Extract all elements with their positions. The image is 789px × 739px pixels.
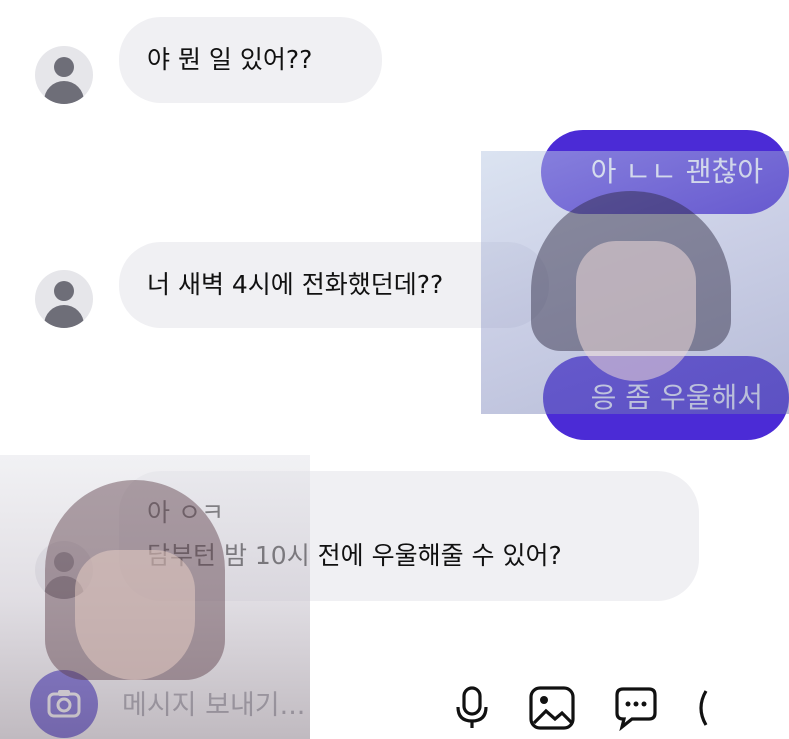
incoming-message-bubble[interactable]: 너 새벽 4시에 전화했던데?? xyxy=(119,242,549,328)
avatar[interactable] xyxy=(35,270,93,328)
message-text: 응 좀 우울해서 xyxy=(590,381,763,414)
chat-bubble-icon[interactable] xyxy=(612,685,660,731)
overlay-hair-shape xyxy=(531,191,731,351)
avatar[interactable] xyxy=(35,541,93,599)
avatar-body-shape xyxy=(44,81,84,104)
image-icon[interactable] xyxy=(528,685,576,731)
avatar[interactable] xyxy=(35,46,93,104)
message-text: 너 새벽 4시에 전화했던데?? xyxy=(147,270,444,299)
incoming-message-bubble[interactable]: 아 ㅇㅋ 담부턴 밤 10시 전에 우울해줄 수 있어? xyxy=(119,471,699,601)
microphone-icon[interactable] xyxy=(452,685,492,731)
message-text-line-1: 아 ㅇㅋ xyxy=(147,498,224,527)
camera-button[interactable] xyxy=(30,670,98,738)
message-composer-bar xyxy=(0,662,789,739)
avatar-head-shape xyxy=(54,57,74,77)
message-text: 아 ㄴㄴ 괜찮아 xyxy=(590,155,763,188)
avatar-body-shape xyxy=(44,305,84,328)
incoming-message-bubble[interactable]: 야 뭔 일 있어?? xyxy=(119,17,382,103)
message-input[interactable]: 메시지 보내기... xyxy=(122,688,305,724)
outgoing-message-bubble[interactable]: 아 ㄴㄴ 괜찮아 xyxy=(541,130,789,214)
message-text: 야 뭔 일 있어?? xyxy=(147,45,313,74)
camera-icon xyxy=(47,690,81,718)
avatar-head-shape xyxy=(54,281,74,301)
more-icon[interactable] xyxy=(694,685,708,731)
outgoing-message-bubble[interactable]: 응 좀 우울해서 xyxy=(543,356,789,440)
message-text-line-2: 담부턴 밤 10시 전에 우울해줄 수 있어? xyxy=(147,541,562,570)
avatar-head-shape xyxy=(54,552,74,572)
avatar-body-shape xyxy=(44,576,84,599)
